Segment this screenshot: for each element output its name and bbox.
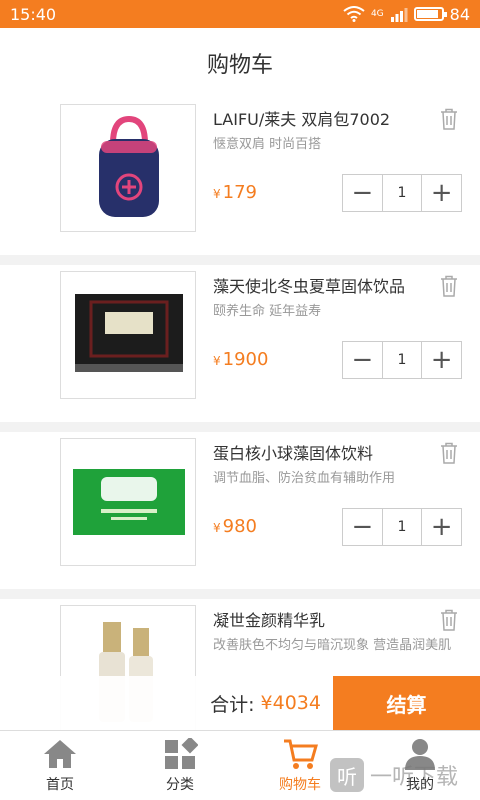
page-header: 购物车	[0, 28, 480, 98]
product-name[interactable]: LAIFU/莱夫 双肩包7002	[213, 106, 433, 130]
total-label: 合计:	[210, 693, 255, 716]
trash-icon[interactable]	[440, 609, 458, 631]
wifi-icon	[343, 6, 365, 22]
trash-icon[interactable]	[440, 442, 458, 464]
quantity-value[interactable]: 1	[383, 342, 423, 378]
status-time: 15:40	[10, 4, 57, 24]
product-desc: 惬意双肩 时尚百搭	[213, 137, 322, 152]
tab-profile[interactable]: 我的	[360, 731, 480, 800]
quantity-stepper[interactable]: − 1 +	[342, 174, 462, 212]
status-bar: 15:40 4G 84	[0, 0, 480, 28]
currency-symbol: ¥	[213, 187, 221, 201]
checkout-bar: 合计: ¥4034 结算	[0, 676, 480, 730]
product-name[interactable]: 蛋白核小球藻固体饮料	[213, 440, 433, 464]
battery-icon	[413, 7, 447, 21]
currency-symbol: ¥	[213, 354, 221, 368]
cart-item[interactable]: LAIFU/莱夫 双肩包7002 惬意双肩 时尚百搭 ¥179 − 1 +	[0, 98, 480, 255]
total-amount: ¥4034	[260, 692, 321, 714]
quantity-value[interactable]: 1	[383, 509, 423, 545]
tab-category[interactable]: 分类	[120, 731, 240, 800]
price-value: 179	[222, 182, 257, 203]
user-icon	[405, 738, 435, 770]
tab-label: 首页	[46, 776, 74, 793]
home-icon	[44, 739, 76, 768]
tab-label: 购物车	[279, 776, 321, 793]
product-image-cordyceps[interactable]	[60, 271, 196, 399]
tab-cart[interactable]: 购物车	[240, 731, 360, 800]
decrease-button[interactable]: −	[343, 342, 383, 378]
product-price: ¥980	[213, 516, 257, 537]
quantity-value[interactable]: 1	[383, 175, 423, 211]
cart-list[interactable]: LAIFU/莱夫 双肩包7002 惬意双肩 时尚百搭 ¥179 − 1 + 藻天…	[0, 98, 480, 730]
tab-label: 我的	[406, 776, 434, 793]
page-title: 购物车	[206, 53, 273, 78]
tab-home[interactable]: 首页	[0, 731, 120, 800]
tab-label: 分类	[166, 776, 194, 793]
increase-button[interactable]: +	[422, 509, 461, 545]
product-name[interactable]: 藻天使北冬虫夏草固体饮品	[213, 273, 433, 297]
decrease-button[interactable]: −	[343, 175, 383, 211]
product-desc: 改善肤色不均匀与暗沉现象 营造晶润美肌	[213, 638, 452, 653]
battery-level: 84	[449, 4, 470, 24]
total-area: 合计: ¥4034	[0, 676, 333, 730]
increase-button[interactable]: +	[422, 342, 461, 378]
trash-icon[interactable]	[440, 108, 458, 130]
product-desc: 调节血脂、防治贫血有辅助作用	[213, 471, 396, 486]
cart-item[interactable]: 蛋白核小球藻固体饮料 调节血脂、防治贫血有辅助作用 ¥980 − 1 +	[0, 432, 480, 589]
trash-icon[interactable]	[440, 275, 458, 297]
product-image-chlorella[interactable]	[60, 438, 196, 566]
product-desc: 颐养生命 延年益寿	[213, 304, 322, 319]
decrease-button[interactable]: −	[343, 509, 383, 545]
increase-button[interactable]: +	[422, 175, 461, 211]
product-name[interactable]: 凝世金颜精华乳	[213, 607, 433, 631]
quantity-stepper[interactable]: − 1 +	[342, 341, 462, 379]
currency-symbol: ¥	[213, 521, 221, 535]
product-price: ¥1900	[213, 349, 268, 370]
checkout-button[interactable]: 结算	[333, 676, 480, 730]
product-price: ¥179	[213, 182, 257, 203]
network-type: 4G	[370, 9, 384, 19]
signal-icon	[390, 8, 408, 22]
quantity-stepper[interactable]: − 1 +	[342, 508, 462, 546]
cart-icon	[284, 739, 318, 769]
category-icon	[165, 737, 198, 769]
price-value: 980	[222, 516, 257, 537]
price-value: 1900	[222, 349, 269, 370]
cart-item[interactable]: 藻天使北冬虫夏草固体饮品 颐养生命 延年益寿 ¥1900 − 1 +	[0, 265, 480, 422]
bottom-tab-bar: 首页 分类 购物车 我的	[0, 730, 480, 800]
product-image-backpack[interactable]	[60, 104, 196, 232]
